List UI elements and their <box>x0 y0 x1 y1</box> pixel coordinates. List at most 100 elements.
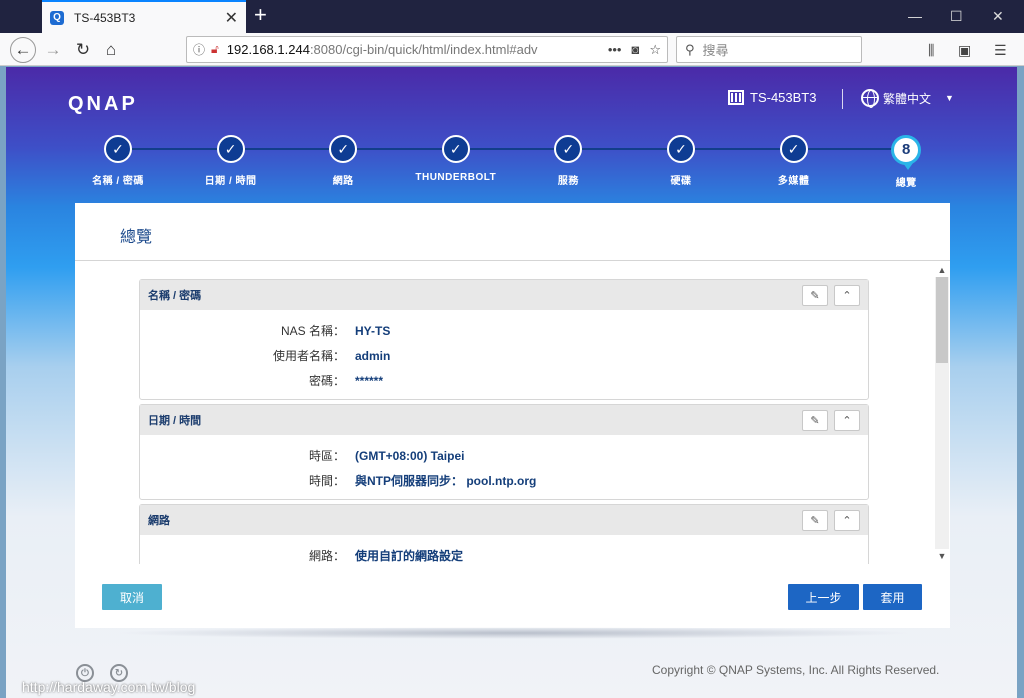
collapse-icon[interactable]: ⌃ <box>834 409 860 431</box>
row-value: admin <box>355 348 391 363</box>
wizard-step: 8 總覽 <box>851 135 961 189</box>
section-body: NAS 名稱： HY-TS 使用者名稱： admin 密碼： ****** <box>140 310 868 399</box>
url-path: :8080/cgi-bin/quick/html/index.html#adv <box>309 42 538 57</box>
search-icon: ⚲ <box>685 41 695 57</box>
tab-title: TS-453BT3 <box>74 10 136 25</box>
copyright: Copyright © QNAP Systems, Inc. All Right… <box>652 663 940 677</box>
browser-nav-bar: ← → ↻ ⌂ ⓘ 🔓︎ 192.168.1.244 :8080/cgi-bin… <box>0 33 1024 66</box>
forward-icon[interactable]: → <box>40 37 66 63</box>
summary-scroll-area[interactable]: 名稱 / 密碼 ✎ ⌃ NAS 名稱： HY-TS 使用者名稱： admin 密碼： *****… <box>139 279 871 564</box>
bookmark-star-icon[interactable]: ☆ <box>649 42 661 58</box>
check-icon: ✓ <box>441 135 470 163</box>
sidebar-icon[interactable]: ▣ <box>958 42 971 59</box>
watermark: http://hardaway.com.tw/blog <box>22 679 196 695</box>
row-value: (GMT+08:00) Taipei <box>355 448 465 463</box>
wizard-step: ✓ 服務 <box>513 135 623 187</box>
edit-icon[interactable]: ✎ <box>802 284 828 306</box>
section-header: 名稱 / 密碼 ✎ ⌃ <box>140 280 868 310</box>
check-icon: ✓ <box>554 135 583 163</box>
cancel-button[interactable]: 取消 <box>102 584 162 610</box>
step-label: 總覽 <box>895 178 917 189</box>
row-value: 與NTP伺服器同步： pool.ntp.org <box>355 474 537 488</box>
section-header: 日期 / 時間 ✎ ⌃ <box>140 405 868 435</box>
wizard-step: ✓ 名稱 / 密碼 <box>63 135 173 187</box>
language-selector[interactable]: 繁體中文 ▼ <box>861 89 954 108</box>
new-tab-icon[interactable]: + <box>254 4 267 26</box>
section-body: 時區： (GMT+08:00) Taipei 時間： 與NTP伺服器同步： pool.… <box>140 435 868 499</box>
apply-button[interactable]: 套用 <box>863 584 922 610</box>
more-actions-icon[interactable]: ••• <box>608 42 622 58</box>
check-icon: ✓ <box>667 135 695 163</box>
current-step-marker: 8 <box>891 135 922 170</box>
row-label: NAS 名稱： <box>280 324 345 338</box>
check-icon: ✓ <box>216 135 245 163</box>
pocket-icon[interactable]: ◙ <box>631 42 639 58</box>
summary-row: 網路： 使用自訂的網路設定 <box>140 543 868 564</box>
maximize-icon[interactable]: ☐ <box>950 8 963 25</box>
summary-section: 日期 / 時間 ✎ ⌃ 時區： (GMT+08:00) Taipei 時間： 與NTP伺服器… <box>139 404 869 500</box>
panel-shadow <box>114 627 914 639</box>
search-input[interactable]: ⚲ 搜尋 <box>676 36 862 63</box>
row-value: HY-TS <box>355 323 391 338</box>
collapse-icon[interactable]: ⌃ <box>834 509 860 531</box>
row-label: 密碼： <box>308 374 345 388</box>
back-icon[interactable]: ← <box>10 37 36 63</box>
scroll-down-icon[interactable]: ▼ <box>935 549 949 563</box>
section-title: 日期 / 時間 <box>148 415 202 427</box>
summary-row: 使用者名稱： admin <box>140 343 868 368</box>
section-body: 網路： 使用自訂的網路設定 <box>140 535 868 564</box>
section-header: 網路 ✎ ⌃ <box>140 505 868 535</box>
step-label: 硬碟 <box>670 176 692 187</box>
minimize-icon[interactable]: — <box>908 8 922 24</box>
summary-row: 密碼： ****** <box>140 368 868 393</box>
wizard-step: ✓ 多媒體 <box>739 135 849 187</box>
reload-icon[interactable]: ↻ <box>70 37 96 63</box>
section-title: 名稱 / 密碼 <box>148 290 202 302</box>
summary-section: 網路 ✎ ⌃ 網路： 使用自訂的網路設定 <box>139 504 869 564</box>
url-bar[interactable]: ⓘ 🔓︎ 192.168.1.244 :8080/cgi-bin/quick/h… <box>186 36 668 63</box>
caret-down-icon: ▼ <box>945 93 954 103</box>
vertical-scrollbar[interactable]: ▲ ▼ <box>935 263 949 563</box>
library-icon[interactable]: ⫼ <box>928 42 934 59</box>
browser-tab-bar: Q TS-453BT3 ✕ + — ☐ ✕ <box>0 0 1024 33</box>
close-tab-icon[interactable]: ✕ <box>225 8 238 28</box>
summary-section: 名稱 / 密碼 ✎ ⌃ NAS 名稱： HY-TS 使用者名稱： admin 密碼： *****… <box>139 279 869 400</box>
language-label: 繁體中文 <box>883 91 932 106</box>
step-label: 服務 <box>557 176 579 187</box>
step-label: 名稱 / 密碼 <box>92 176 144 187</box>
scroll-up-icon[interactable]: ▲ <box>935 263 949 277</box>
browser-tab[interactable]: Q TS-453BT3 ✕ <box>42 0 246 33</box>
row-label: 網路： <box>308 549 345 563</box>
edit-icon[interactable]: ✎ <box>802 509 828 531</box>
scroll-track[interactable] <box>935 277 949 549</box>
wizard-step: ✓ 日期 / 時間 <box>176 135 286 187</box>
home-icon[interactable]: ⌂ <box>98 37 124 63</box>
row-label: 時間： <box>308 474 345 488</box>
nas-icon <box>728 90 744 105</box>
device-name: TS-453BT3 <box>728 90 816 105</box>
globe-icon <box>861 89 879 108</box>
check-icon: ✓ <box>104 135 132 163</box>
edit-icon[interactable]: ✎ <box>802 409 828 431</box>
wizard-step: ✓ 網路 <box>288 135 398 187</box>
scroll-thumb[interactable] <box>936 277 948 363</box>
panel-title: 總覽 <box>120 229 153 246</box>
url-host: 192.168.1.244 <box>226 42 310 57</box>
window-close-icon[interactable]: ✕ <box>992 8 1004 25</box>
qnap-logo: QNAP <box>68 93 138 115</box>
row-value: ****** <box>355 373 384 388</box>
row-label: 使用者名稱： <box>272 349 345 363</box>
step-label: THUNDERBOLT <box>415 172 497 183</box>
search-placeholder: 搜尋 <box>702 43 729 58</box>
info-icon[interactable]: ⓘ <box>193 41 205 58</box>
step-label: 日期 / 時間 <box>204 176 257 187</box>
check-icon: ✓ <box>779 135 808 163</box>
menu-icon[interactable]: ☰ <box>994 42 1007 59</box>
wizard-step: ✓ 硬碟 <box>626 135 736 187</box>
step-label: 網路 <box>332 176 354 187</box>
section-title: 網路 <box>148 515 170 527</box>
insecure-lock-icon: 🔓︎ <box>211 42 219 56</box>
back-button[interactable]: 上一步 <box>788 584 859 610</box>
collapse-icon[interactable]: ⌃ <box>834 284 860 306</box>
step-label: 多媒體 <box>777 176 810 187</box>
